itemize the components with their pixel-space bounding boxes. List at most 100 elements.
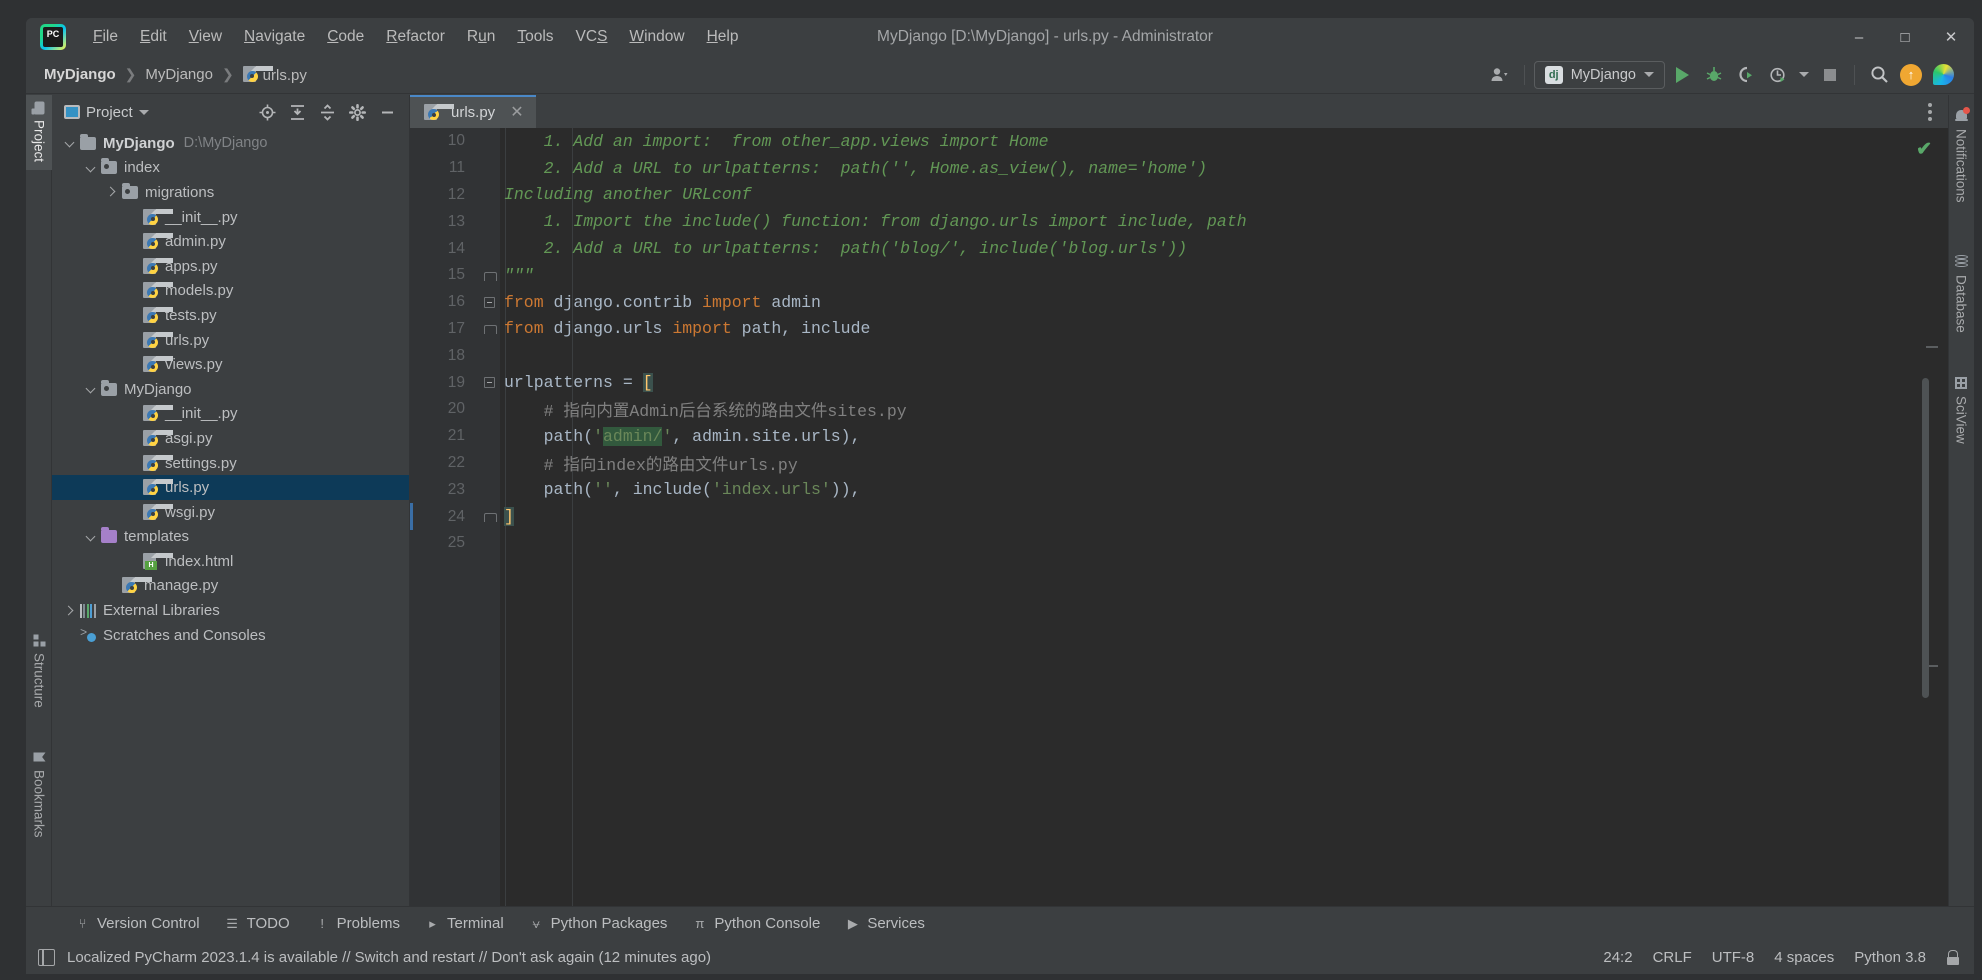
bottom-tab-problems[interactable]: ! Problems xyxy=(304,911,411,936)
project-folder-icon xyxy=(34,101,44,115)
tree-row[interactable]: Hindex.html xyxy=(52,549,409,574)
breadcrumb-item[interactable]: MyDjango xyxy=(141,64,217,85)
maximize-button[interactable]: □ xyxy=(1882,18,1928,56)
bottom-tab-python-packages[interactable]: ⩝ Python Packages xyxy=(518,911,679,936)
menu-item-view[interactable]: View xyxy=(178,24,233,50)
editor-area: urls.py ✕ 10 1. Add an import: from othe… xyxy=(410,95,1948,906)
menu-item-tools[interactable]: Tools xyxy=(506,24,564,50)
line-number: 21 xyxy=(447,427,465,445)
chevron-down-icon[interactable] xyxy=(83,529,99,545)
code-canvas[interactable]: 10 1. Add an import: from other_app.view… xyxy=(410,128,1948,906)
tree-row[interactable]: urls.py xyxy=(52,475,409,500)
menu-item-window[interactable]: Window xyxy=(618,24,695,50)
sidebar-item-database[interactable]: Database xyxy=(1948,247,1974,341)
code-text: 2. Add a URL to urlpatterns: path('', Ho… xyxy=(500,159,1207,178)
fold-marker[interactable] xyxy=(478,377,500,389)
inspection-ok-checkmark[interactable]: ✔ xyxy=(1916,138,1932,161)
code-token: import xyxy=(672,319,732,339)
tree-row[interactable]: templates xyxy=(52,525,409,550)
sidebar-item-bookmarks[interactable]: Bookmarks xyxy=(26,743,52,846)
tree-row[interactable]: migrations xyxy=(52,180,409,205)
hide-panel-icon[interactable] xyxy=(373,99,401,125)
tree-row[interactable]: admin.py xyxy=(52,229,409,254)
line-separator[interactable]: CRLF xyxy=(1653,949,1692,966)
run-icon[interactable] xyxy=(1667,61,1697,89)
kebab-menu-icon[interactable] xyxy=(1922,97,1938,127)
unlocked-icon[interactable] xyxy=(1946,949,1960,965)
ide-feature-trainer-icon[interactable] xyxy=(1928,61,1958,89)
editor-scrollbar[interactable] xyxy=(1922,378,1929,698)
chevron-down-icon[interactable] xyxy=(83,381,99,397)
python-file-icon xyxy=(424,104,454,121)
bottom-tab-version-control[interactable]: ⑂ Version Control xyxy=(64,911,211,936)
tree-row[interactable]: models.py xyxy=(52,279,409,304)
tree-row[interactable]: __init__.py xyxy=(52,402,409,427)
debug-icon[interactable] xyxy=(1699,61,1729,89)
tree-row[interactable]: Scratches and Consoles xyxy=(52,623,409,648)
tree-row[interactable]: wsgi.py xyxy=(52,500,409,525)
status-message[interactable]: Localized PyCharm 2023.1.4 is available … xyxy=(67,949,711,966)
fold-marker[interactable] xyxy=(478,511,500,523)
settings-gear-icon[interactable] xyxy=(343,99,371,125)
fold-marker[interactable] xyxy=(478,323,500,335)
python-interpreter[interactable]: Python 3.8 xyxy=(1854,949,1926,966)
tree-row[interactable]: asgi.py xyxy=(52,426,409,451)
profile-dropdown-icon[interactable] xyxy=(1795,61,1813,89)
tree-row[interactable]: settings.py xyxy=(52,451,409,476)
tree-row[interactable]: views.py xyxy=(52,352,409,377)
editor-tab-urls-py[interactable]: urls.py ✕ xyxy=(410,95,536,128)
tree-row[interactable]: MyDjango xyxy=(52,377,409,402)
breadcrumb-item[interactable]: MyDjango xyxy=(40,64,120,85)
user-icon[interactable] xyxy=(1485,61,1515,89)
tree-row[interactable]: MyDjango D:\MyDjango xyxy=(52,131,409,156)
menu-item-refactor[interactable]: Refactor xyxy=(375,24,456,50)
close-icon[interactable]: ✕ xyxy=(510,104,523,121)
chevron-down-icon[interactable] xyxy=(83,160,99,176)
tree-row[interactable]: tests.py xyxy=(52,303,409,328)
tree-row[interactable]: External Libraries xyxy=(52,598,409,623)
tree-row[interactable]: apps.py xyxy=(52,254,409,279)
menu-item-code[interactable]: Code xyxy=(316,24,375,50)
stop-icon[interactable] xyxy=(1815,61,1845,89)
fold-marker[interactable] xyxy=(478,296,500,308)
run-with-coverage-icon[interactable] xyxy=(1731,61,1761,89)
menu-item-edit[interactable]: Edit xyxy=(129,24,178,50)
fold-marker[interactable] xyxy=(478,270,500,281)
file-encoding[interactable]: UTF-8 xyxy=(1712,949,1755,966)
menu-item-help[interactable]: Help xyxy=(696,24,750,50)
close-button[interactable]: ✕ xyxy=(1928,18,1974,56)
ide-notification-icon[interactable] xyxy=(38,948,55,966)
sidebar-item-structure[interactable]: Structure xyxy=(26,627,52,716)
chevron-down-icon[interactable] xyxy=(138,109,149,115)
bottom-tab-services[interactable]: ▶ Services xyxy=(834,911,936,936)
tree-row[interactable]: manage.py xyxy=(52,574,409,599)
sidebar-item-sciview[interactable]: SciView xyxy=(1948,369,1974,452)
update-available-icon[interactable]: ↑ xyxy=(1896,61,1926,89)
select-opened-file-icon[interactable] xyxy=(253,99,281,125)
profile-icon[interactable] xyxy=(1763,61,1793,89)
breadcrumb-item[interactable]: urls.py xyxy=(239,64,311,86)
expand-all-icon[interactable] xyxy=(283,99,311,125)
sidebar-item-project[interactable]: Project xyxy=(26,95,52,171)
bottom-tab-todo[interactable]: ☰ TODO xyxy=(214,911,301,936)
menu-item-run[interactable]: Run xyxy=(456,24,506,50)
chevron-down-icon[interactable] xyxy=(62,135,78,151)
caret-position[interactable]: 24:2 xyxy=(1603,949,1632,966)
minimize-button[interactable]: – xyxy=(1836,18,1882,56)
menu-item-navigate[interactable]: Navigate xyxy=(233,24,316,50)
menu-item-vcs[interactable]: VCS xyxy=(565,24,619,50)
code-token: '' xyxy=(593,480,613,500)
tree-row[interactable]: __init__.py xyxy=(52,205,409,230)
run-configuration-selector[interactable]: dj MyDjango xyxy=(1533,60,1665,89)
search-icon[interactable] xyxy=(1864,61,1894,89)
bottom-tab-python-console[interactable]: π Python Console xyxy=(681,911,831,936)
sidebar-item-notifications[interactable]: Notifications xyxy=(1948,101,1974,211)
chevron-right-icon[interactable] xyxy=(62,603,78,619)
indent-setting[interactable]: 4 spaces xyxy=(1774,949,1834,966)
bottom-tab-terminal[interactable]: ▸ Terminal xyxy=(414,911,515,936)
menu-item-file[interactable]: File xyxy=(82,24,129,50)
chevron-right-icon[interactable] xyxy=(104,184,120,200)
collapse-all-icon[interactable] xyxy=(313,99,341,125)
tree-row[interactable]: urls.py xyxy=(52,328,409,353)
tree-row[interactable]: index xyxy=(52,156,409,181)
